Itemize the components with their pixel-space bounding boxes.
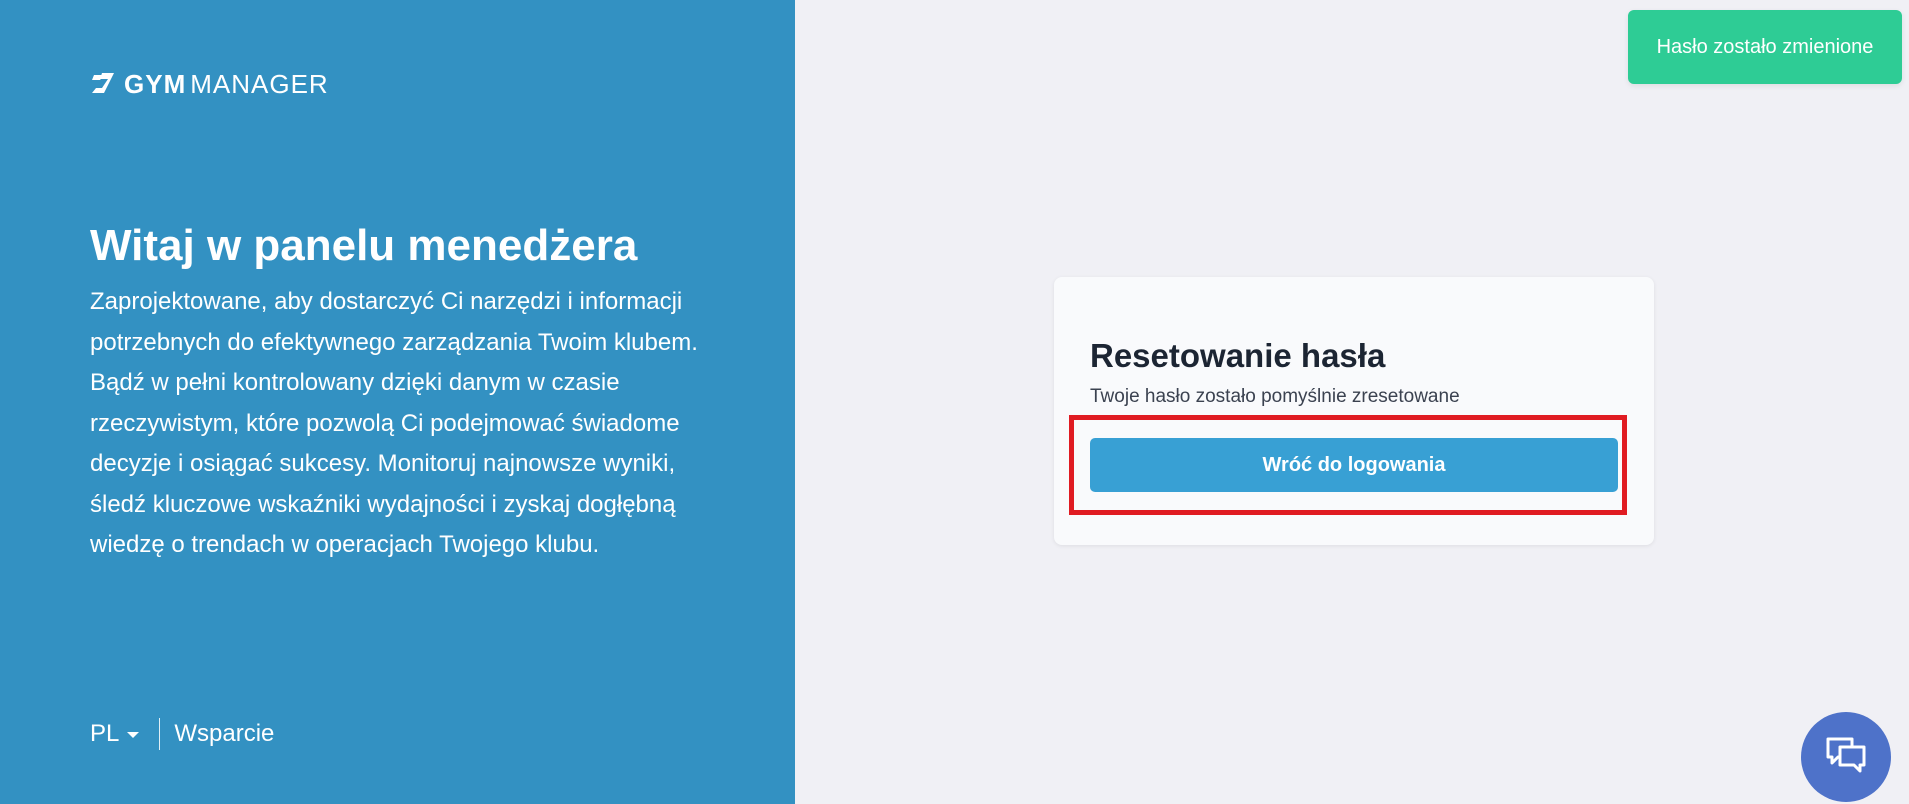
main-area: Hasło zostało zmienione Resetowanie hasł… [795, 0, 1909, 804]
support-link[interactable]: Wsparcie [160, 720, 274, 748]
language-selector[interactable]: PL [90, 718, 161, 750]
gym-manager-logo: GYM MANAGER [90, 68, 329, 100]
welcome-title: Witaj w panelu menedżera [90, 221, 638, 270]
gym-manager-logo-icon [90, 71, 120, 97]
logo-text-gym: GYM [124, 68, 187, 99]
back-to-login-button[interactable]: Wróć do logowania [1090, 438, 1618, 492]
page: GYM MANAGER Witaj w panelu menedżera Zap… [0, 0, 1909, 804]
footer-links: PL Wsparcie [90, 717, 274, 751]
reset-password-card: Resetowanie hasła Twoje hasło zostało po… [1054, 277, 1654, 545]
chat-bubbles-icon [1824, 735, 1868, 780]
language-label: PL [90, 720, 120, 747]
card-subtitle: Twoje hasło zostało pomyślnie zresetowan… [1090, 386, 1460, 407]
welcome-description: Zaprojektowane, aby dostarczyć Ci narzęd… [90, 288, 698, 558]
card-title: Resetowanie hasła [1090, 337, 1386, 374]
chat-button[interactable] [1801, 712, 1891, 802]
left-panel: GYM MANAGER Witaj w panelu menedżera Zap… [0, 0, 795, 804]
logo-text-manager: MANAGER [190, 68, 329, 99]
success-toast[interactable]: Hasło zostało zmienione [1628, 10, 1902, 84]
caret-down-icon [127, 732, 140, 738]
